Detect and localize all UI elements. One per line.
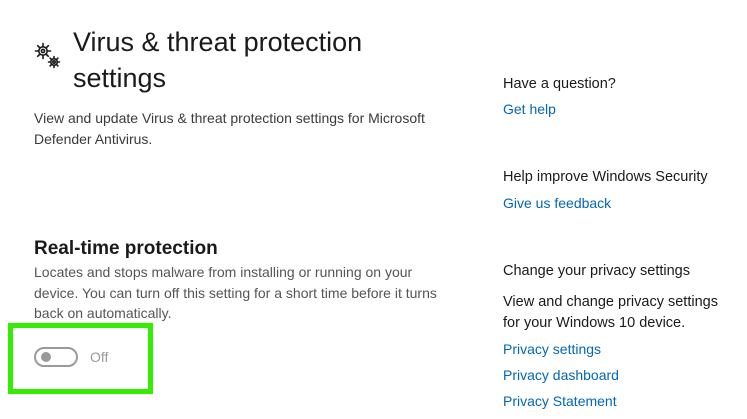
privacy-dashboard-link[interactable]: Privacy dashboard (503, 365, 619, 385)
gears-icon (34, 42, 61, 69)
help-improve-heading: Help improve Windows Security (503, 169, 708, 185)
page-title: Virus & threat protection settings (73, 27, 363, 93)
privacy-settings-description: View and change privacy settings for you… (503, 294, 718, 331)
realtime-protection-toggle[interactable] (34, 347, 78, 367)
privacy-settings-heading: Change your privacy settings (503, 263, 690, 279)
privacy-statement-link[interactable]: Privacy Statement (503, 391, 617, 411)
realtime-protection-title: Real-time protection (34, 238, 218, 259)
toggle-state-label: Off (90, 349, 109, 365)
privacy-settings-link[interactable]: Privacy settings (503, 339, 601, 359)
have-question-heading: Have a question? (503, 76, 616, 92)
get-help-link[interactable]: Get help (503, 99, 556, 119)
give-feedback-link[interactable]: Give us feedback (503, 193, 611, 213)
realtime-protection-description: Locates and stops malware from installin… (34, 264, 437, 321)
highlight-box (8, 323, 153, 394)
page-description: View and update Virus & threat protectio… (34, 110, 425, 147)
toggle-knob (41, 352, 51, 362)
